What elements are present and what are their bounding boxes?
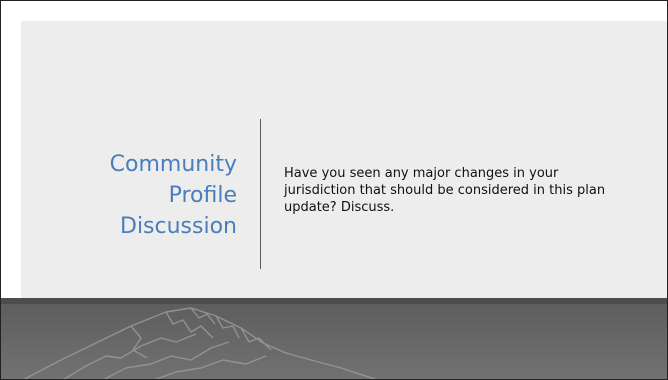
slide-title: Community Profile Discussion [109,152,237,239]
vertical-divider [260,119,261,269]
mountain-watermark-icon [23,307,378,379]
footer-band [1,298,667,379]
slide-body-text: Have you seen any major changes in your … [284,166,606,215]
slide: Community Profile Discussion Have you se… [0,0,668,380]
